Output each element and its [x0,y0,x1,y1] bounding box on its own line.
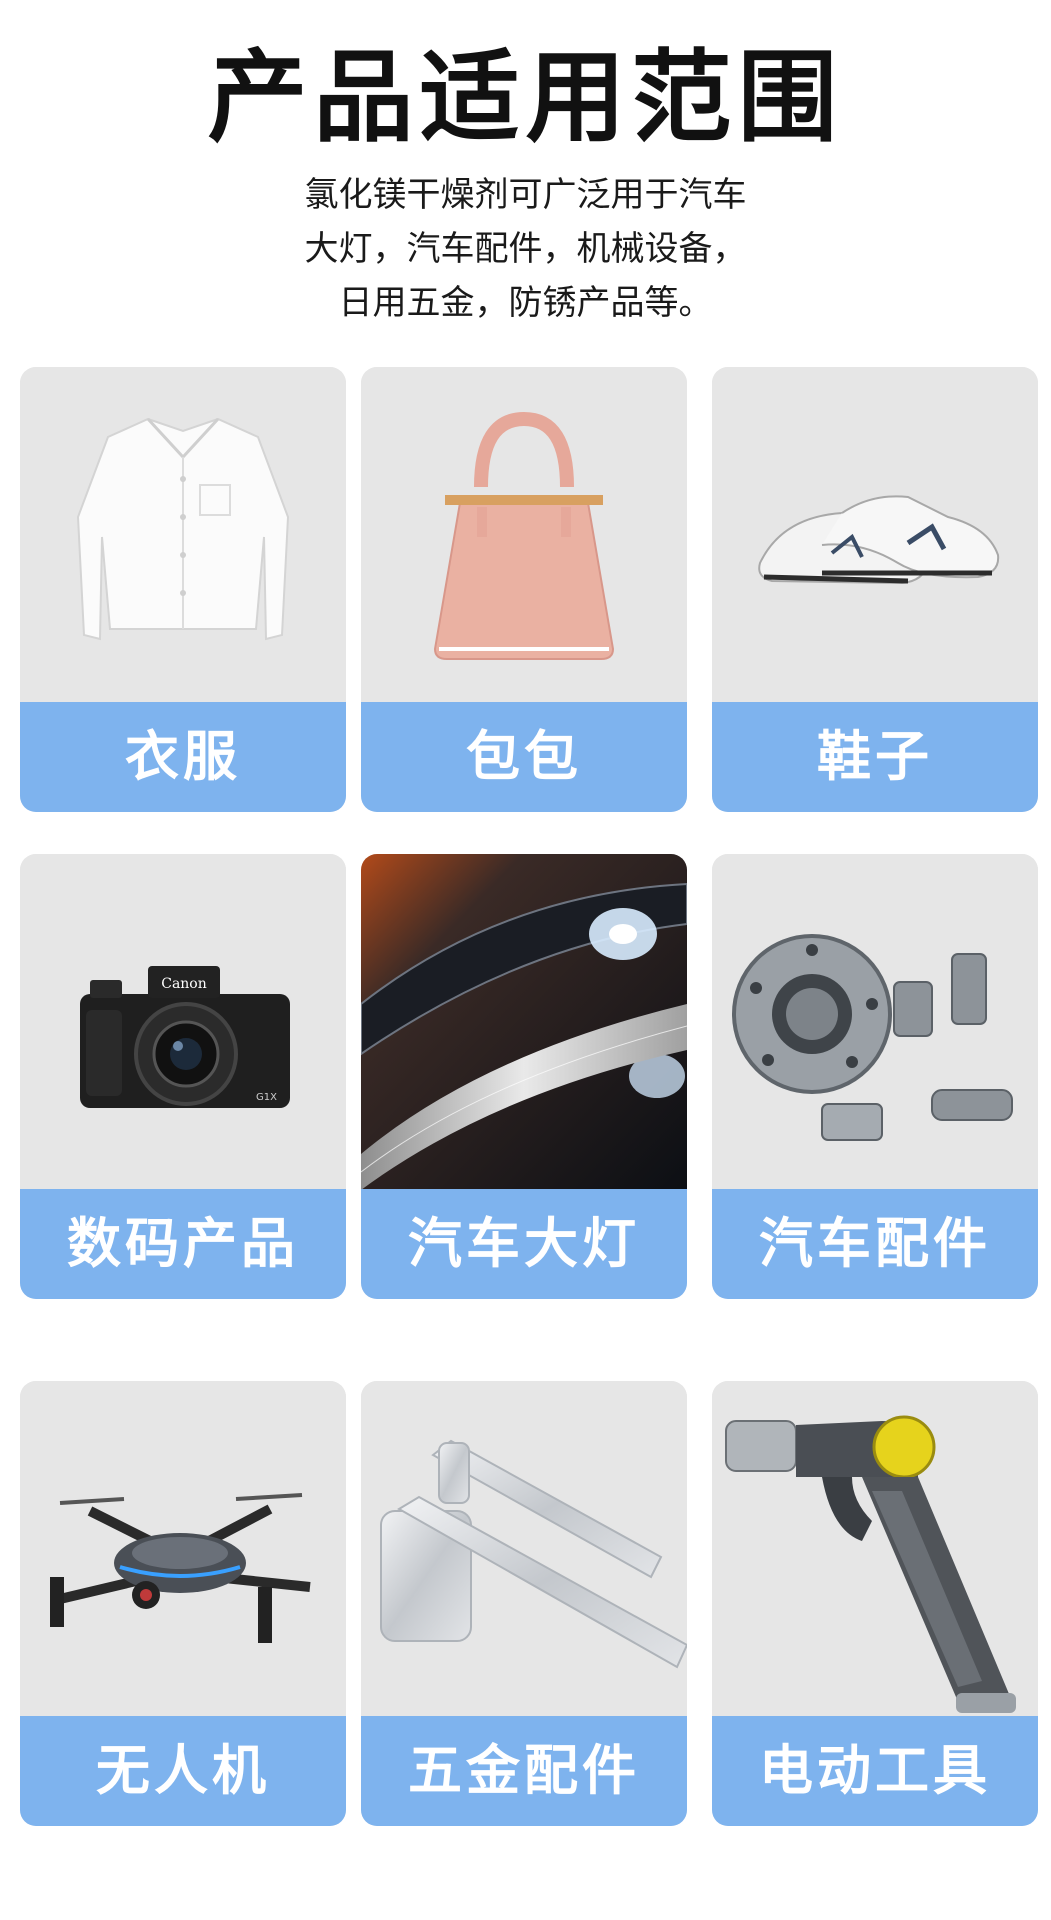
svg-text:Canon: Canon [161,976,207,992]
svg-text:G1X: G1X [256,1092,277,1103]
card-hardware: 五金配件 [361,1381,687,1826]
card-clothes: 衣服 [20,367,346,812]
description-line: 氯化镁干燥剂可广泛用于汽车 [304,175,747,215]
card-drones: 无人机 [20,1381,346,1826]
shirt-image [20,367,346,703]
handbag-image [361,367,687,703]
card-headlights: 汽车大灯 [361,854,687,1299]
card-power-tools: 电动工具 [712,1381,1038,1826]
card-label: 汽车大灯 [361,1189,687,1299]
card-label: 数码产品 [20,1189,346,1299]
drone-image [20,1381,346,1717]
card-auto-parts: 汽车配件 [712,854,1038,1299]
card-shoes: 鞋子 [712,367,1038,812]
card-bags: 包包 [361,367,687,812]
card-label: 鞋子 [712,702,1038,812]
camera-image: Canon G1X [20,854,346,1190]
card-digital-products: Canon G1X 数码产品 [20,854,346,1299]
description-line: 日用五金，防锈产品等。 [338,283,713,323]
description-line: 大灯，汽车配件，机械设备， [304,229,747,269]
card-label: 包包 [361,702,687,812]
card-label: 衣服 [20,702,346,812]
card-label: 汽车配件 [712,1189,1038,1299]
card-label: 无人机 [20,1716,346,1826]
metal-parts-image [712,854,1038,1190]
spray-gun-image [712,1381,1038,1717]
door-handle-image [361,1381,687,1717]
headlight-image [361,854,687,1190]
description: 氯化镁干燥剂可广泛用于汽车 大灯，汽车配件，机械设备， 日用五金，防锈产品等。 [0,168,1051,330]
page-title: 产品适用范围 [207,39,844,156]
sneakers-image [712,367,1038,703]
card-label: 五金配件 [361,1716,687,1826]
card-label: 电动工具 [712,1716,1038,1826]
